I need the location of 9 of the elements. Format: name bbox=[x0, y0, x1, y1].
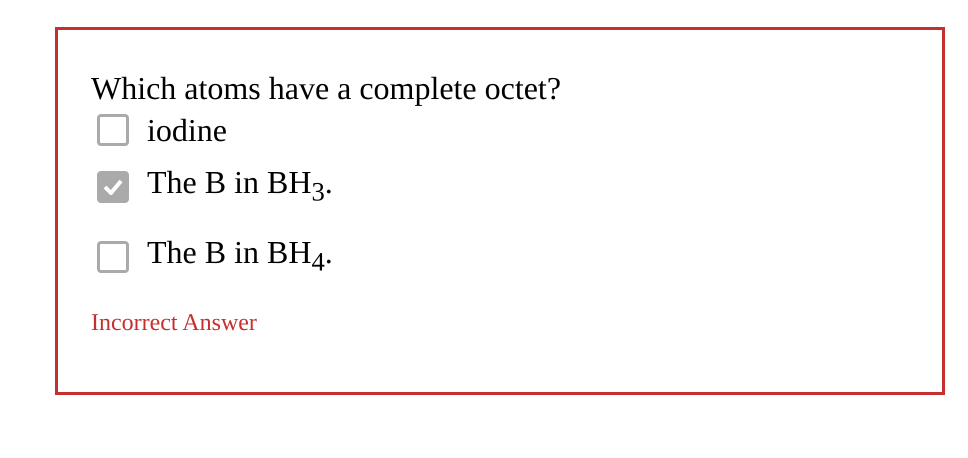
feedback-text: Incorrect Answer bbox=[91, 310, 258, 337]
checkbox[interactable] bbox=[97, 114, 129, 146]
question-text: Which atoms have a complete octet? bbox=[91, 69, 562, 108]
option-label: The B in BH$_{4}$. bbox=[147, 233, 333, 279]
checkbox[interactable] bbox=[97, 241, 129, 273]
checkbox[interactable] bbox=[97, 171, 129, 203]
option-label: The B in BH$_{3}$. bbox=[147, 163, 333, 209]
check-icon bbox=[103, 179, 123, 195]
option-label: iodine bbox=[147, 111, 227, 150]
